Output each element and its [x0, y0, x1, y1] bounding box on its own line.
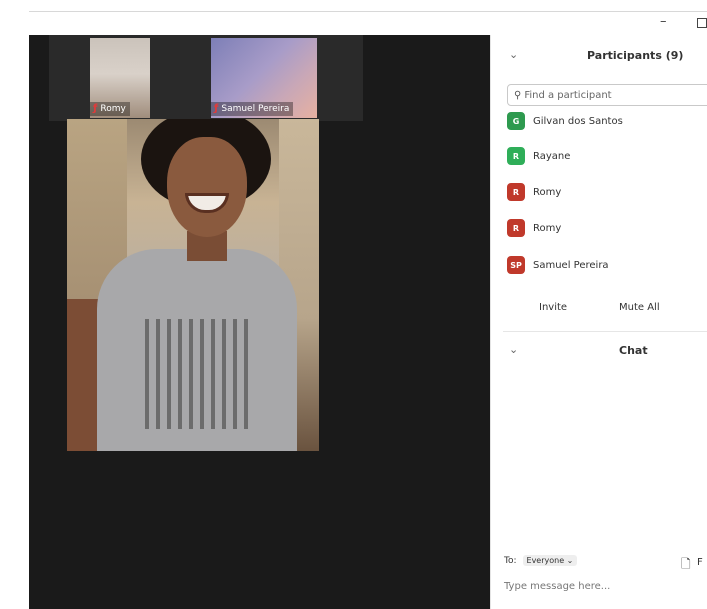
title-bar: –: [29, 11, 707, 36]
invite-button[interactable]: Invite: [535, 298, 571, 318]
chevron-down-icon[interactable]: ⌄: [509, 343, 518, 356]
participant-item[interactable]: R Romy: [507, 217, 561, 239]
search-input[interactable]: ⚲ Find a participant: [507, 84, 707, 106]
participant-item[interactable]: G Gilvan dos Santos: [507, 110, 623, 132]
avatar: R: [507, 147, 525, 165]
recipient-select[interactable]: Everyone ⌄: [522, 555, 578, 566]
maximize-button[interactable]: [697, 18, 707, 28]
participant-name: Rayane: [533, 150, 571, 162]
avatar: R: [507, 183, 525, 201]
recipient-row: To: Everyone ⌄: [504, 555, 578, 566]
chat-title: Chat: [619, 344, 648, 357]
to-label: To:: [504, 555, 517, 566]
search-icon: ⚲: [514, 89, 522, 101]
participants-header: ⌄ Participants (9): [491, 45, 707, 67]
mic-muted-icon: ƒ: [214, 103, 219, 114]
participant-name: Romy: [533, 186, 562, 198]
participant-name: Gilvan dos Santos: [533, 115, 623, 127]
participant-item[interactable]: R Romy: [507, 181, 561, 203]
avatar: G: [507, 112, 525, 130]
participant-name: Romy: [100, 104, 126, 114]
file-icon[interactable]: 🗋: [681, 555, 691, 576]
minimize-button[interactable]: –: [660, 14, 667, 29]
panel-title: Participants (9): [587, 49, 684, 62]
avatar: R: [507, 219, 525, 237]
participant-item[interactable]: R Rayane: [507, 145, 570, 167]
avatar: SP: [507, 256, 525, 274]
mic-muted-icon: ƒ: [93, 103, 98, 114]
search-placeholder: Find a participant: [524, 89, 612, 101]
thumbnail-label: ƒ Samuel Pereira: [211, 102, 294, 116]
participant-name: Samuel Pereira: [221, 104, 290, 114]
participant-name: Romy: [533, 222, 562, 234]
mute-all-button[interactable]: Mute All: [615, 298, 664, 318]
chat-input-placeholder: Type message here...: [504, 581, 611, 592]
file-button-label[interactable]: F: [697, 557, 703, 568]
video-area: ƒ Romy ƒ Samuel Pereira: [29, 35, 490, 609]
active-speaker-video: [67, 119, 319, 451]
video-thumbnail-romy[interactable]: ƒ Romy: [90, 38, 150, 118]
video-thumbnail-samuel[interactable]: ƒ Samuel Pereira: [211, 38, 317, 118]
chevron-down-icon[interactable]: ⌄: [509, 48, 518, 61]
participant-name: Samuel Pereira: [533, 259, 609, 271]
divider: [503, 331, 707, 332]
participant-item[interactable]: SP Samuel Pereira: [507, 254, 609, 276]
chat-header: ⌄ Chat: [491, 340, 707, 362]
thumbnail-label: ƒ Romy: [90, 102, 130, 116]
side-panel: ⌄ Participants (9) ⚲ Find a participant …: [490, 35, 707, 609]
chat-message-input[interactable]: Type message here...: [504, 581, 610, 592]
